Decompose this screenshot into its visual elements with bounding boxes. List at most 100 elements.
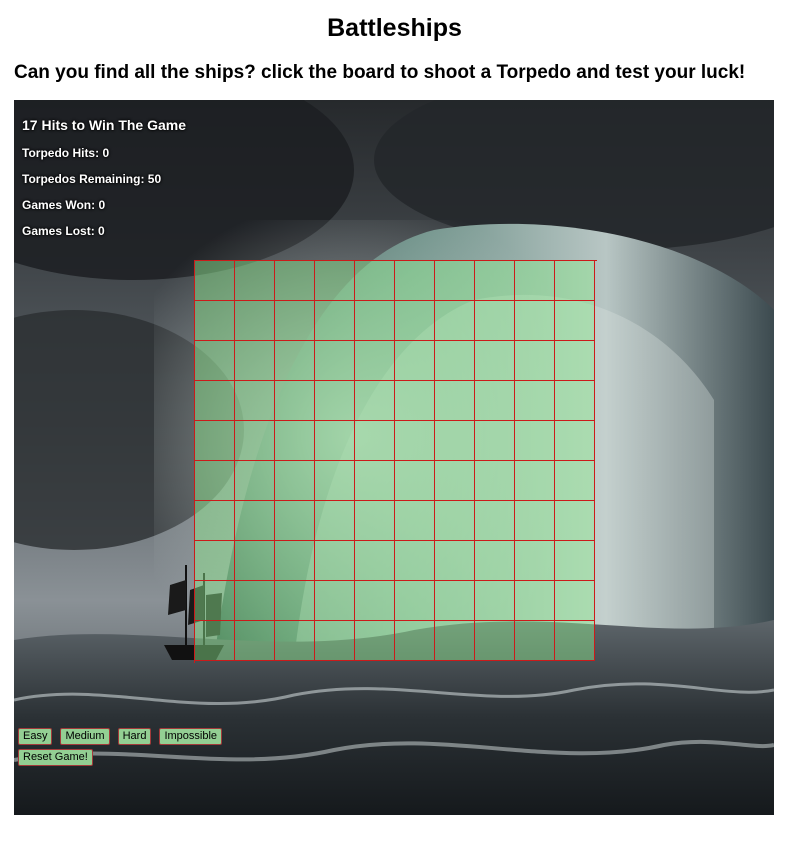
- board-cell[interactable]: [395, 541, 435, 581]
- board-cell[interactable]: [355, 341, 395, 381]
- board-cell[interactable]: [475, 261, 515, 301]
- board-cell[interactable]: [315, 341, 355, 381]
- board-cell[interactable]: [235, 541, 275, 581]
- board-cell[interactable]: [555, 381, 595, 421]
- board-cell[interactable]: [355, 541, 395, 581]
- board-cell[interactable]: [315, 421, 355, 461]
- reset-game-button[interactable]: Reset Game!: [18, 749, 93, 766]
- board-cell[interactable]: [195, 461, 235, 501]
- board-cell[interactable]: [275, 621, 315, 661]
- board-cell[interactable]: [395, 461, 435, 501]
- board-cell[interactable]: [195, 301, 235, 341]
- board-cell[interactable]: [315, 501, 355, 541]
- board-cell[interactable]: [395, 501, 435, 541]
- difficulty-button-easy[interactable]: Easy: [18, 728, 53, 745]
- game-board[interactable]: [194, 260, 597, 663]
- board-cell[interactable]: [475, 341, 515, 381]
- board-cell[interactable]: [235, 381, 275, 421]
- board-cell[interactable]: [435, 581, 475, 621]
- board-cell[interactable]: [435, 461, 475, 501]
- board-cell[interactable]: [195, 421, 235, 461]
- difficulty-button-hard[interactable]: Hard: [117, 728, 152, 745]
- board-cell[interactable]: [435, 541, 475, 581]
- board-cell[interactable]: [355, 261, 395, 301]
- board-cell[interactable]: [235, 341, 275, 381]
- board-cell[interactable]: [475, 381, 515, 421]
- board-cell[interactable]: [515, 261, 555, 301]
- board-cell[interactable]: [435, 261, 475, 301]
- board-cell[interactable]: [555, 421, 595, 461]
- board-cell[interactable]: [195, 621, 235, 661]
- board-cell[interactable]: [515, 421, 555, 461]
- board-cell[interactable]: [355, 301, 395, 341]
- board-cell[interactable]: [315, 381, 355, 421]
- board-cell[interactable]: [235, 421, 275, 461]
- board-cell[interactable]: [195, 381, 235, 421]
- board-cell[interactable]: [275, 421, 315, 461]
- board-cell[interactable]: [275, 301, 315, 341]
- board-cell[interactable]: [555, 341, 595, 381]
- board-cell[interactable]: [355, 501, 395, 541]
- board-cell[interactable]: [355, 421, 395, 461]
- board-cell[interactable]: [195, 581, 235, 621]
- board-cell[interactable]: [515, 381, 555, 421]
- board-cell[interactable]: [195, 501, 235, 541]
- board-cell[interactable]: [555, 501, 595, 541]
- board-cell[interactable]: [275, 461, 315, 501]
- board-cell[interactable]: [315, 261, 355, 301]
- board-cell[interactable]: [235, 301, 275, 341]
- board-cell[interactable]: [475, 581, 515, 621]
- difficulty-button-medium[interactable]: Medium: [60, 728, 110, 745]
- board-cell[interactable]: [475, 461, 515, 501]
- board-cell[interactable]: [515, 541, 555, 581]
- board-cell[interactable]: [515, 501, 555, 541]
- board-cell[interactable]: [555, 581, 595, 621]
- board-cell[interactable]: [475, 621, 515, 661]
- board-cell[interactable]: [555, 301, 595, 341]
- board-cell[interactable]: [355, 461, 395, 501]
- board-cell[interactable]: [475, 301, 515, 341]
- board-cell[interactable]: [235, 581, 275, 621]
- board-cell[interactable]: [395, 421, 435, 461]
- board-cell[interactable]: [315, 621, 355, 661]
- board-cell[interactable]: [435, 421, 475, 461]
- board-cell[interactable]: [275, 501, 315, 541]
- board-cell[interactable]: [515, 341, 555, 381]
- board-cell[interactable]: [435, 501, 475, 541]
- board-cell[interactable]: [235, 501, 275, 541]
- board-cell[interactable]: [315, 461, 355, 501]
- board-cell[interactable]: [235, 461, 275, 501]
- board-cell[interactable]: [315, 541, 355, 581]
- board-cell[interactable]: [315, 581, 355, 621]
- board-cell[interactable]: [515, 621, 555, 661]
- board-cell[interactable]: [275, 261, 315, 301]
- board-cell[interactable]: [395, 301, 435, 341]
- board-cell[interactable]: [475, 501, 515, 541]
- board-cell[interactable]: [395, 581, 435, 621]
- board-cell[interactable]: [435, 301, 475, 341]
- board-cell[interactable]: [235, 261, 275, 301]
- board-cell[interactable]: [195, 341, 235, 381]
- board-cell[interactable]: [395, 621, 435, 661]
- board-cell[interactable]: [515, 461, 555, 501]
- board-cell[interactable]: [395, 341, 435, 381]
- board-cell[interactable]: [395, 261, 435, 301]
- board-cell[interactable]: [355, 381, 395, 421]
- board-cell[interactable]: [435, 381, 475, 421]
- board-cell[interactable]: [515, 301, 555, 341]
- board-cell[interactable]: [355, 581, 395, 621]
- board-cell[interactable]: [555, 261, 595, 301]
- board-cell[interactable]: [475, 541, 515, 581]
- board-cell[interactable]: [475, 421, 515, 461]
- board-cell[interactable]: [275, 541, 315, 581]
- board-cell[interactable]: [195, 261, 235, 301]
- board-cell[interactable]: [555, 541, 595, 581]
- board-cell[interactable]: [555, 621, 595, 661]
- board-cell[interactable]: [515, 581, 555, 621]
- board-cell[interactable]: [435, 341, 475, 381]
- board-cell[interactable]: [235, 621, 275, 661]
- board-cell[interactable]: [315, 301, 355, 341]
- board-cell[interactable]: [555, 461, 595, 501]
- board-cell[interactable]: [275, 581, 315, 621]
- board-cell[interactable]: [275, 381, 315, 421]
